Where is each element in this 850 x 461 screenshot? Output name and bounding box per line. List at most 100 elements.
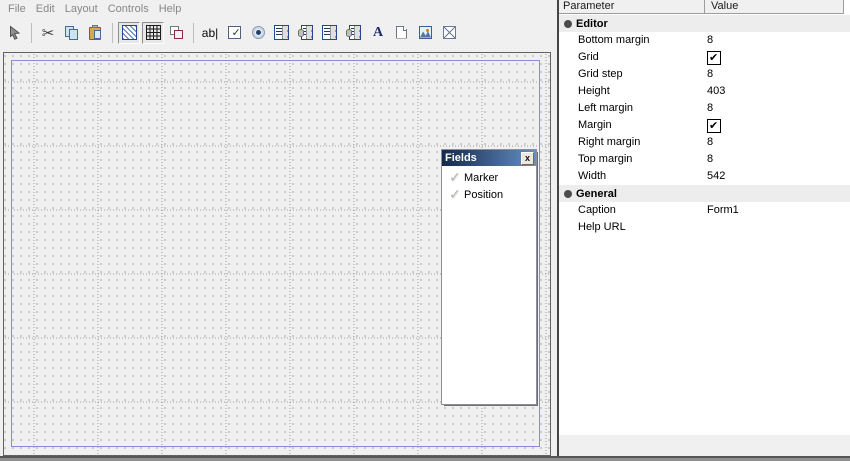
db-listbox-button[interactable] xyxy=(295,22,317,44)
column-divider[interactable] xyxy=(704,0,705,13)
bullet-icon xyxy=(564,189,572,198)
toolbar-separator xyxy=(112,22,113,43)
field-item-position[interactable]: Position xyxy=(442,186,536,203)
param-name: Margin xyxy=(578,119,612,131)
cut-icon xyxy=(40,25,56,41)
param-value[interactable]: 403 xyxy=(707,83,725,100)
property-row-height[interactable]: Height 403 xyxy=(559,83,850,100)
param-value[interactable]: 8 xyxy=(707,66,713,83)
param-name: Width xyxy=(578,170,607,182)
property-row-right-margin[interactable]: Right margin 8 xyxy=(559,134,850,151)
property-row-width[interactable]: Width 542 xyxy=(559,168,850,185)
checkbox-icon xyxy=(227,26,241,39)
listbox-button[interactable] xyxy=(271,22,293,44)
paste-icon xyxy=(88,24,104,41)
menu-item-controls[interactable]: Controls xyxy=(108,3,149,15)
check-icon xyxy=(449,169,464,186)
panel-icon xyxy=(394,25,410,41)
toolbar: ab| A xyxy=(0,18,557,47)
property-section-editor[interactable]: Editor xyxy=(559,15,850,32)
bullet-icon xyxy=(564,19,572,28)
param-value[interactable]: 8 xyxy=(707,32,713,49)
property-row-margin[interactable]: Margin xyxy=(559,117,850,135)
property-row-help-url[interactable]: Help URL xyxy=(559,219,850,236)
db-listbox-icon xyxy=(298,24,314,41)
property-row-grid[interactable]: Grid xyxy=(559,49,850,67)
property-row-bottom-margin[interactable]: Bottom margin 8 xyxy=(559,32,850,49)
property-row-left-margin[interactable]: Left margin 8 xyxy=(559,100,850,117)
param-value[interactable] xyxy=(707,118,721,135)
order-overlap-button[interactable] xyxy=(166,22,188,44)
margin-hatch-button[interactable] xyxy=(118,21,140,44)
copy-button[interactable] xyxy=(61,22,83,44)
property-row-top-margin[interactable]: Top margin 8 xyxy=(559,151,850,168)
menu-item-help[interactable]: Help xyxy=(159,3,182,15)
param-name: Left margin xyxy=(578,102,634,114)
param-value[interactable]: 8 xyxy=(707,151,713,168)
field-item-marker[interactable]: Marker xyxy=(442,169,536,186)
db-combobox-button[interactable] xyxy=(343,22,365,44)
label-button[interactable]: A xyxy=(367,22,389,44)
frame-icon xyxy=(442,25,458,41)
param-value[interactable]: 542 xyxy=(707,168,725,185)
margin-hatch-icon xyxy=(121,25,137,40)
panel-button[interactable] xyxy=(391,22,413,44)
param-name: Right margin xyxy=(578,136,641,148)
toolbar-separator xyxy=(193,22,194,43)
checkbox-checked-icon[interactable] xyxy=(707,118,721,135)
param-name: Grid xyxy=(578,51,599,63)
pointer-icon xyxy=(7,24,23,41)
property-section-general[interactable]: General xyxy=(559,185,850,202)
param-value[interactable]: 8 xyxy=(707,134,713,151)
pointer-button[interactable] xyxy=(4,22,26,44)
combobox-icon xyxy=(322,24,338,41)
edit-ab-button[interactable]: ab| xyxy=(199,22,221,44)
fields-palette-window: Fields x Marker Position xyxy=(441,149,537,405)
order-overlap-icon xyxy=(169,25,185,41)
param-name: Caption xyxy=(578,204,616,216)
toolbar-separator xyxy=(31,22,32,43)
field-label: Marker xyxy=(464,171,499,184)
frame-button[interactable] xyxy=(439,22,461,44)
field-label: Position xyxy=(464,188,504,201)
image-button[interactable] xyxy=(415,22,437,44)
fields-palette-titlebar[interactable]: Fields x xyxy=(442,150,536,166)
property-row-grid-step[interactable]: Grid step 8 xyxy=(559,66,850,83)
cut-button[interactable] xyxy=(37,22,59,44)
db-combobox-icon xyxy=(346,24,362,41)
copy-icon xyxy=(64,25,80,41)
grid-button[interactable] xyxy=(142,21,164,44)
section-label: Editor xyxy=(576,17,608,30)
checkbox-button[interactable] xyxy=(223,22,245,44)
column-header-value: Value xyxy=(711,0,739,12)
menu-item-edit[interactable]: Edit xyxy=(36,3,55,15)
listbox-icon xyxy=(274,24,290,41)
prop-rows: EditorBottom margin8GridGrid step8Height… xyxy=(559,15,850,236)
checkbox-checked-icon[interactable] xyxy=(707,50,721,67)
menu-item-file[interactable]: File xyxy=(8,3,26,15)
section-label: General xyxy=(576,187,617,200)
property-row-caption[interactable]: Caption Form1 xyxy=(559,202,850,219)
property-panel: Parameter Value Editor Bottom margin 8 Grid… xyxy=(559,0,850,461)
label-icon: A xyxy=(370,25,386,41)
icon-glyph: A xyxy=(372,24,384,40)
window-bottom-edge xyxy=(0,456,850,461)
param-name: Bottom margin xyxy=(578,34,650,46)
edit-ab-icon: ab| xyxy=(202,25,218,41)
param-name: Height xyxy=(578,85,610,97)
param-value[interactable] xyxy=(707,50,721,67)
paste-button[interactable] xyxy=(85,22,107,44)
close-icon: x xyxy=(524,152,530,163)
radio-button[interactable] xyxy=(247,22,269,44)
param-name: Grid step xyxy=(578,68,623,80)
image-icon xyxy=(418,25,434,41)
property-grid-header: Parameter Value xyxy=(559,0,844,14)
param-value[interactable]: 8 xyxy=(707,100,713,117)
fields-palette-title: Fields xyxy=(445,152,477,164)
grid-icon xyxy=(145,25,161,40)
menu-item-layout[interactable]: Layout xyxy=(65,3,98,15)
combobox-button[interactable] xyxy=(319,22,341,44)
fields-list: Marker Position xyxy=(442,166,536,203)
param-value[interactable]: Form1 xyxy=(707,202,739,219)
close-button[interactable]: x xyxy=(521,151,534,165)
